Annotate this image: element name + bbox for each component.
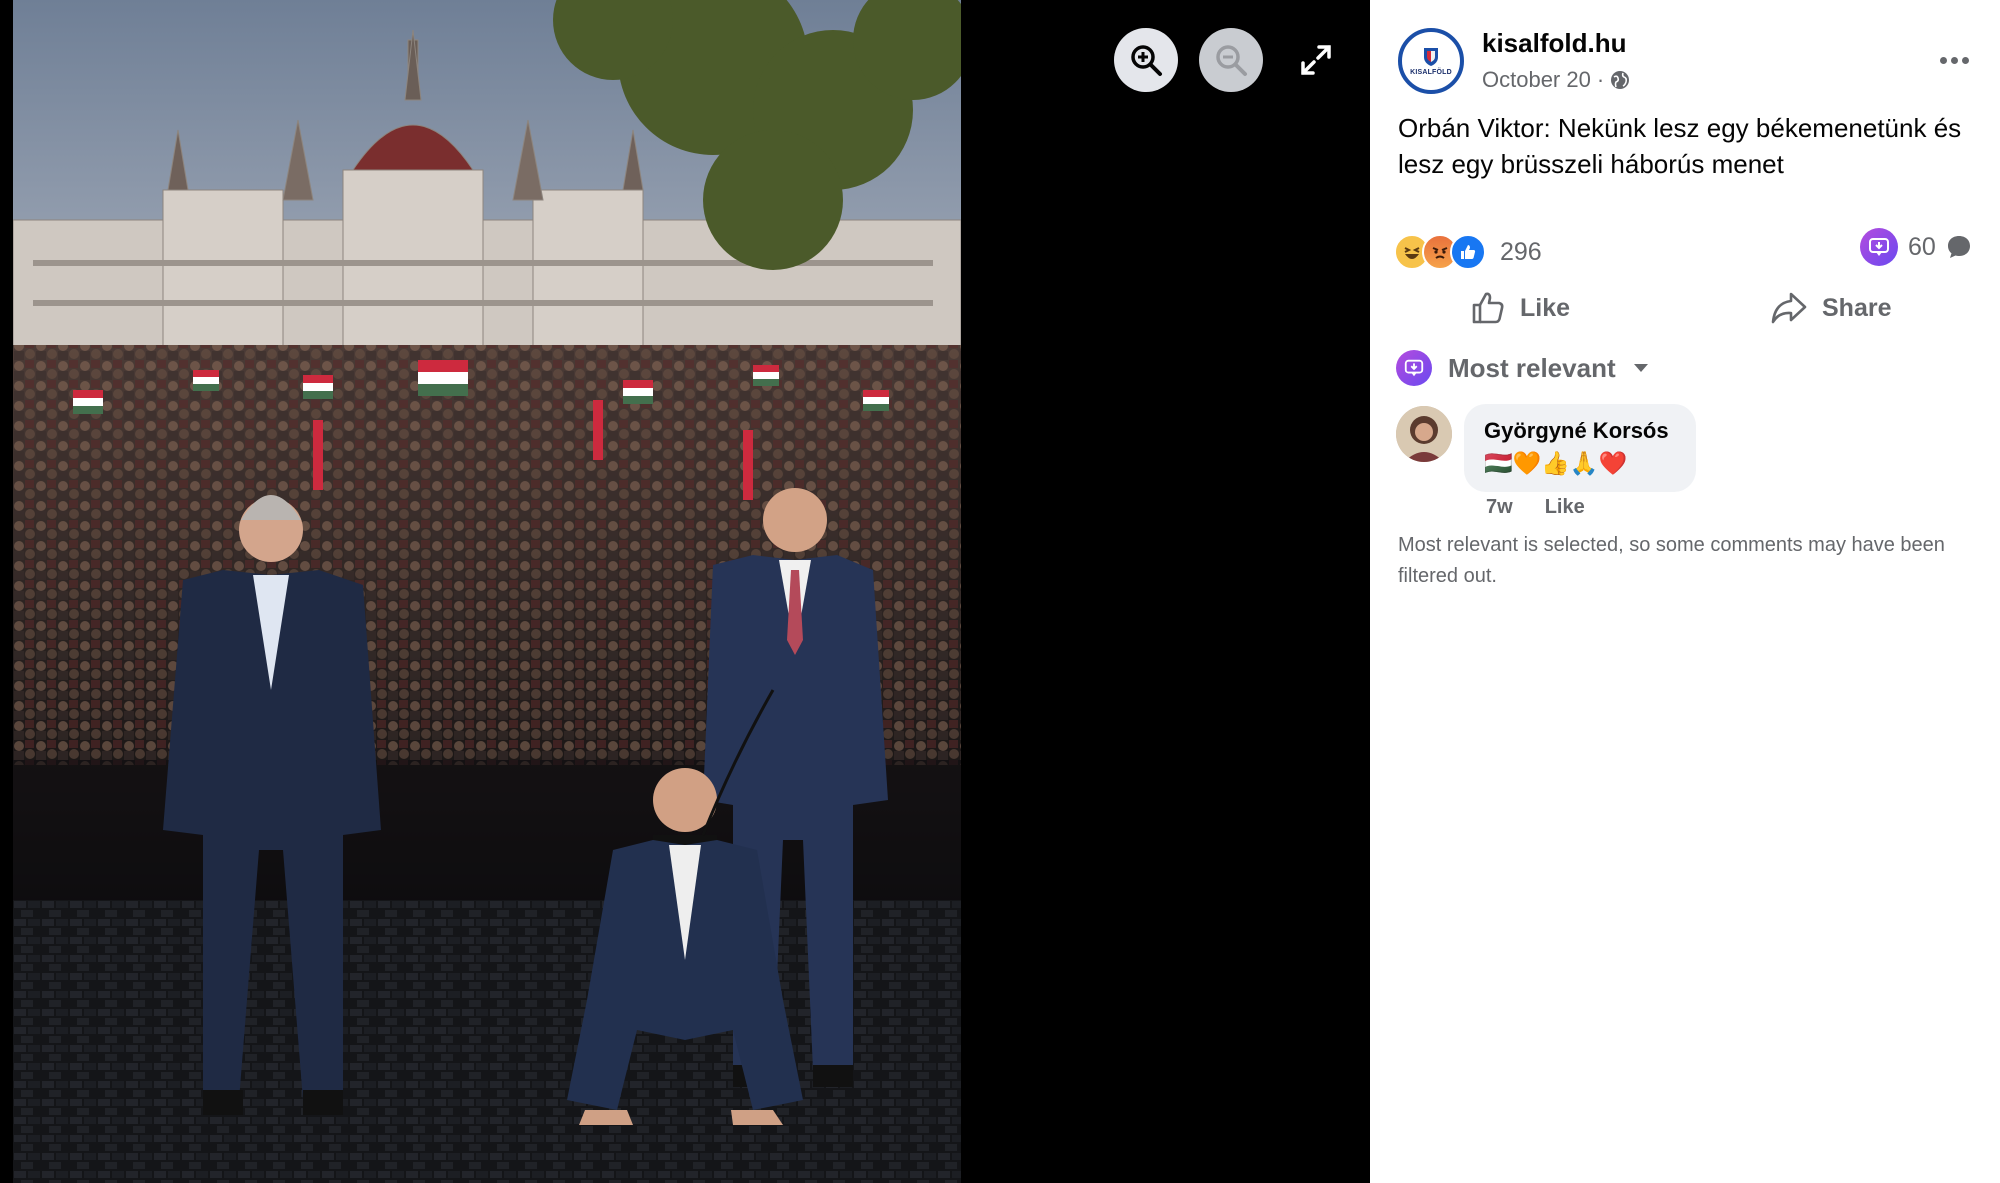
globe-icon [1611,71,1630,89]
like-icon [1450,234,1486,270]
more-dot-icon [1961,56,1969,64]
fullscreen-button[interactable] [1290,34,1342,86]
comment-text: 🇭🇺🧡👍🙏❤️ [1484,450,1628,476]
post-panel: KISALFÖLD kisalfold.hu October 20 · Orbá… [1370,0,2000,1183]
comment-meta: 7w Like [1486,496,1585,519]
thumbs-up-icon [1472,292,1504,324]
page-avatar-label: KISALFÖLD [1410,68,1452,76]
comment-author[interactable]: Györgyné Korsós [1484,418,1676,444]
comment-bubble-icon [1947,236,1970,258]
zoom-out-icon [1216,45,1247,76]
post-date[interactable]: October 20 [1482,67,1591,93]
caret-down-icon [1633,364,1648,372]
meta-separator: · [1596,67,1605,92]
sort-label: Most relevant [1448,352,1616,383]
comment-like-button[interactable]: Like [1545,496,1585,519]
zoom-in-icon [1131,45,1162,76]
share-label: Share [1822,293,1892,322]
post-text: Orbán Viktor: Nekünk lesz egy békemenetü… [1398,113,1962,179]
post-photo[interactable] [13,0,961,1183]
commenter-avatar[interactable] [1396,406,1452,462]
comment-summary[interactable]: 60 [1860,228,1972,266]
reaction-count: 296 [1500,237,1542,266]
kisalfold-logo-icon [1424,47,1438,66]
ai-summary-icon [1396,350,1432,386]
comment-bubble: Györgyné Korsós 🇭🇺🧡👍🙏❤️ [1464,404,1696,492]
zoom-out-button[interactable] [1199,28,1263,92]
post-meta: October 20 · [1482,67,1630,93]
reactions-summary[interactable]: 296 [1394,234,1542,270]
like-label: Like [1520,293,1571,322]
share-button[interactable]: Share [1770,290,1891,326]
share-arrow-icon [1771,292,1807,324]
page-avatar[interactable]: KISALFÖLD [1398,28,1464,94]
comment-age[interactable]: 7w [1486,496,1513,519]
ai-summary-icon [1860,228,1898,266]
page-name-link[interactable]: kisalfold.hu [1482,28,1626,59]
more-options-button[interactable] [1930,44,1978,76]
like-button[interactable]: Like [1470,290,1570,326]
filter-note: Most relevant is selected, so some comme… [1398,534,1945,587]
zoom-in-button[interactable] [1114,28,1178,92]
comment-count: 60 [1908,232,1936,261]
more-dot-icon [1939,56,1947,64]
photo-viewer [0,0,1370,1183]
comment-sort-dropdown[interactable]: Most relevant [1396,350,1650,386]
expand-icon [1301,45,1331,75]
more-dot-icon [1950,56,1958,64]
